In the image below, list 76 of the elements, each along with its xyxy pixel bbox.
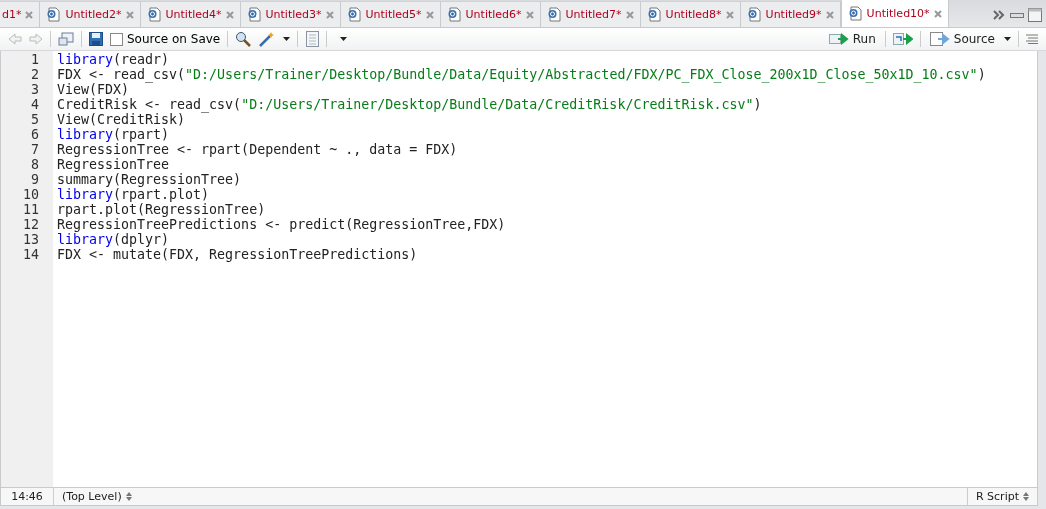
line-number: 5 [30, 112, 40, 127]
r-file-icon [847, 6, 863, 21]
line-number: 2 [30, 67, 40, 82]
close-icon[interactable] [325, 10, 334, 19]
caret-icon[interactable] [1004, 37, 1011, 41]
r-file-icon [446, 7, 462, 22]
caret-icon[interactable] [283, 37, 291, 41]
chevron-icon[interactable] [992, 8, 1006, 21]
close-icon[interactable] [225, 10, 234, 19]
close-icon[interactable] [525, 10, 534, 19]
r-file-icon [346, 7, 362, 22]
source-arrow-icon [929, 32, 950, 46]
line-number: 1 [30, 52, 40, 67]
editor-tab[interactable]: Untitled5* [340, 1, 441, 27]
line-number: 12 [22, 217, 40, 232]
code-line: FDX <- mutate(FDX, RegressionTreePredictions) [57, 247, 419, 262]
close-icon[interactable] [825, 10, 834, 19]
code-line: library(rpart.plot) [57, 187, 211, 202]
r-file-icon [746, 7, 762, 22]
editor-tab[interactable]: d1* [0, 1, 41, 27]
line-number: 4 [30, 97, 40, 112]
window-icon[interactable] [58, 32, 74, 46]
line-number: 9 [30, 172, 40, 187]
line-number: 3 [30, 82, 40, 97]
close-icon[interactable] [125, 10, 134, 19]
code-line: library(rpart) [57, 127, 171, 142]
r-file-icon [546, 7, 562, 22]
line-number: 11 [22, 202, 40, 217]
code-line: RegressionTreePredictions <- predict(RegressionTree,FDX) [57, 217, 507, 232]
editor-tab[interactable]: Untitled6* [440, 1, 541, 27]
editor-tab[interactable]: Untitled2* [40, 1, 141, 27]
code-line: rpart.plot(RegressionTree) [57, 202, 267, 217]
editor-tab[interactable]: Untitled9* [740, 1, 841, 27]
line-number: 13 [22, 232, 40, 247]
back-arrow-icon[interactable] [8, 33, 22, 45]
line-number: 7 [30, 142, 40, 157]
code-line: library(readr) [57, 52, 171, 67]
search-icon[interactable] [235, 31, 252, 47]
line-number: 14 [22, 247, 40, 262]
minimize-icon[interactable] [1010, 10, 1024, 19]
run-button[interactable]: Run [826, 32, 878, 46]
close-icon[interactable] [725, 10, 734, 19]
code-line: RegressionTree <- rpart(Dependent ~ ., data = FDX) [57, 142, 459, 157]
maximize-icon[interactable] [1028, 7, 1042, 22]
code-line: View(CreditRisk) [57, 112, 186, 127]
r-file-icon [646, 7, 662, 22]
code-line: RegressionTree [57, 157, 171, 172]
close-icon[interactable] [625, 10, 634, 19]
save-icon[interactable] [89, 32, 103, 46]
outline-icon[interactable] [1026, 34, 1038, 44]
code-line: library(dplyr) [57, 232, 171, 247]
close-icon[interactable] [425, 10, 434, 19]
source-on-save-checkbox[interactable]: Source on Save [110, 32, 221, 46]
close-icon[interactable] [25, 10, 34, 19]
r-file-icon [146, 7, 162, 22]
editor-tab[interactable]: Untitled3* [240, 1, 341, 27]
line-number: 6 [30, 127, 40, 142]
close-icon[interactable] [933, 9, 942, 18]
code-line: FDX <- read_csv("D:/Users/Trainer/Desktop/Bundle/Data/Equity/Abstracted/FDX/PC_FDX_Close_200x1D_Close_50x1D_10.csv") [57, 67, 987, 82]
source-button[interactable]: Source [927, 32, 997, 46]
run-arrow-icon [828, 33, 849, 45]
editor-tab[interactable]: Untitled8* [640, 1, 741, 27]
notebook-icon[interactable] [305, 31, 320, 47]
editor-tab[interactable]: Untitled4* [140, 1, 241, 27]
line-number: 10 [22, 187, 40, 202]
code-line: CreditRisk <- read_csv("D:/Users/Trainer/Desktop/Bundle/Data/CreditRisk/CreditRisk.csv") [57, 97, 763, 112]
code-line: View(FDX) [57, 82, 130, 97]
r-file-icon [46, 7, 62, 22]
editor-tab[interactable]: Untitled7* [540, 1, 641, 27]
forward-arrow-icon[interactable] [29, 33, 43, 45]
code-line: summary(RegressionTree) [57, 172, 243, 187]
editor-tab[interactable]: Untitled10* [840, 0, 949, 27]
caret-icon[interactable] [340, 37, 348, 41]
rerun-icon[interactable] [892, 32, 913, 46]
line-number: 8 [30, 157, 40, 172]
r-file-icon [246, 7, 262, 22]
